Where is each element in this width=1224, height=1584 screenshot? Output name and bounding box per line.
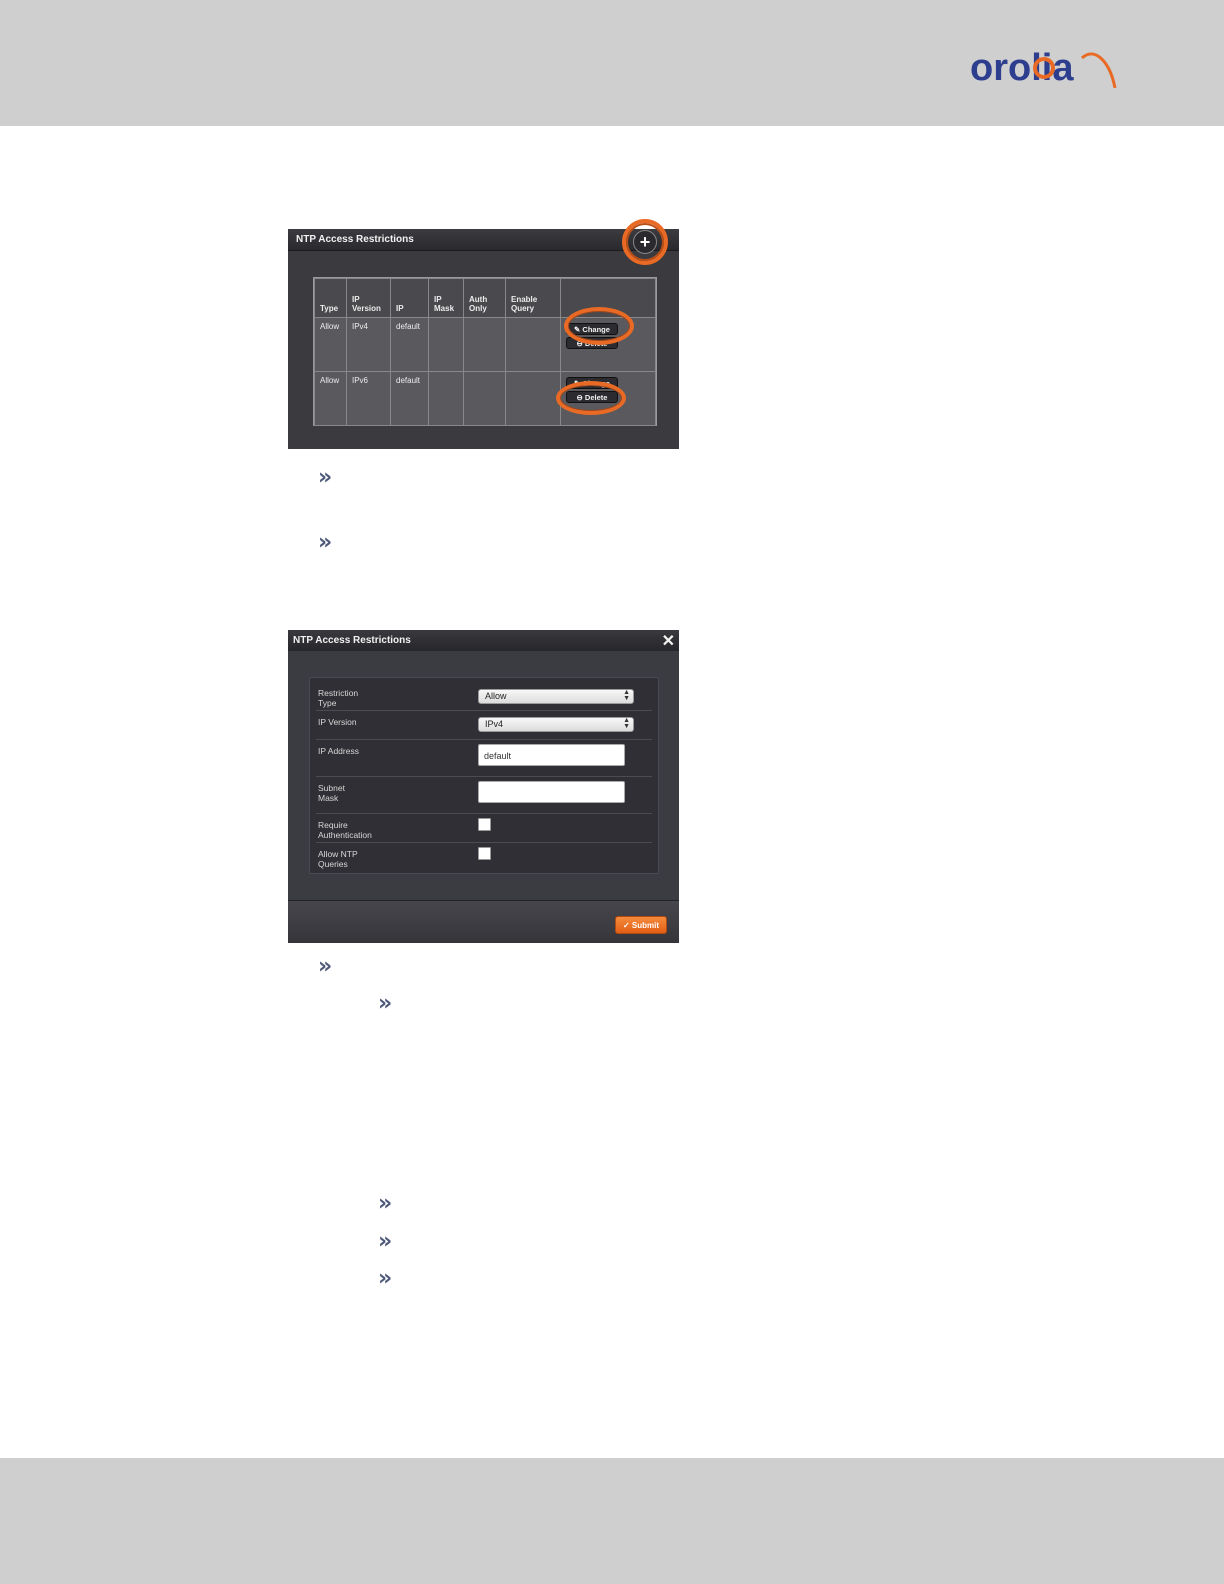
cell-ip-mask xyxy=(428,317,464,372)
access-restrictions-table-panel: NTP Access Restrictions + Type IP Version… xyxy=(288,219,679,449)
form-row-require-auth: Require Authentication xyxy=(316,814,652,843)
form-row-restriction-type: Restriction Type Allow ▲ ▼ xyxy=(316,682,652,711)
logo-text: orolia xyxy=(970,47,1074,89)
require-auth-label: Require Authentication xyxy=(318,820,372,840)
panel-title: NTP Access Restrictions xyxy=(296,234,414,245)
bullet-icon: » xyxy=(318,465,332,490)
subnet-mask-input[interactable] xyxy=(478,781,625,803)
ip-address-label: IP Address xyxy=(318,746,359,756)
col-header-ip-version: IP Version xyxy=(346,278,391,318)
form-row-subnet-mask: Subnet Mask xyxy=(316,777,652,814)
subnet-mask-label: Subnet Mask xyxy=(318,783,345,803)
ip-address-input[interactable]: default xyxy=(478,744,625,766)
dialog-title: NTP Access Restrictions xyxy=(293,635,411,646)
orolia-logo: orolia xyxy=(970,47,1117,89)
select-arrows-icon: ▲ ▼ xyxy=(623,717,630,730)
col-header-ip-mask: IP Mask xyxy=(428,278,464,318)
form-row-ip-version: IP Version IPv4 ▲ ▼ xyxy=(316,711,652,740)
allow-queries-label: Allow NTP Queries xyxy=(318,849,358,869)
require-auth-checkbox[interactable] xyxy=(478,818,491,831)
cell-enable-query xyxy=(505,317,561,372)
cell-auth-only xyxy=(463,317,506,372)
col-header-ip: IP xyxy=(390,278,429,318)
panel-title-bar: NTP Access Restrictions xyxy=(288,229,679,251)
col-header-type: Type xyxy=(314,278,347,318)
plus-icon: + xyxy=(633,230,657,254)
form-row-ip-address: IP Address default xyxy=(316,740,652,777)
cell-ip: default xyxy=(390,371,429,426)
form-row-allow-queries: Allow NTP Queries xyxy=(316,843,652,872)
document-page: orolia NTP Access Restrictions + Type IP… xyxy=(0,0,1224,1584)
cell-enable-query xyxy=(505,371,561,426)
form-fields: Restriction Type Allow ▲ ▼ IP Version IPv4… xyxy=(309,677,659,874)
cell-ip-version: IPv6 xyxy=(346,371,391,426)
col-header-enable-query: Enable Query xyxy=(505,278,561,318)
change-highlight-ring xyxy=(564,307,634,345)
restriction-type-label: Restriction Type xyxy=(318,688,359,708)
bullet-icon: » xyxy=(318,530,332,555)
col-header-auth-only: Auth Only xyxy=(463,278,506,318)
bullet-icon: » xyxy=(378,991,392,1016)
allow-queries-checkbox[interactable] xyxy=(478,847,491,860)
page-footer-band xyxy=(0,1458,1224,1584)
cell-ip: default xyxy=(390,317,429,372)
ip-version-label: IP Version xyxy=(318,717,357,727)
ip-version-select[interactable]: IPv4 ▲ ▼ xyxy=(478,717,634,732)
dialog-footer: ✓ Submit xyxy=(288,900,679,943)
cell-ip-version: IPv4 xyxy=(346,317,391,372)
cell-auth-only xyxy=(463,371,506,426)
delete-highlight-ring xyxy=(556,381,626,415)
select-arrows-icon: ▲ ▼ xyxy=(623,689,630,702)
check-icon: ✓ xyxy=(622,921,630,930)
add-restriction-button[interactable]: + xyxy=(622,219,668,265)
cell-ip-mask xyxy=(428,371,464,426)
close-icon[interactable]: ✕ xyxy=(662,631,675,651)
bullet-icon: » xyxy=(378,1191,392,1216)
cell-type: Allow xyxy=(314,371,347,426)
access-restriction-form-dialog: NTP Access Restrictions ✕ Restriction Typ… xyxy=(288,630,679,943)
submit-button[interactable]: ✓ Submit xyxy=(615,916,667,934)
bullet-icon: » xyxy=(318,954,332,979)
dialog-title-bar: NTP Access Restrictions ✕ xyxy=(288,630,679,651)
bullet-icon: » xyxy=(378,1266,392,1291)
bullet-icon: » xyxy=(378,1229,392,1254)
restriction-type-select[interactable]: Allow ▲ ▼ xyxy=(478,689,634,704)
logo-swoosh xyxy=(1080,52,1117,89)
cell-type: Allow xyxy=(314,317,347,372)
